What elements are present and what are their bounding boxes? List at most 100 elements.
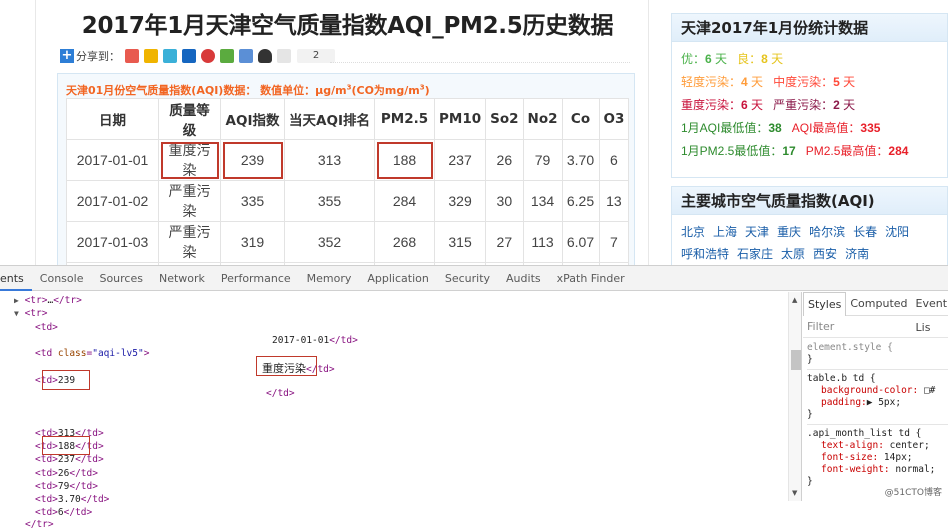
devtools-tab[interactable]: Memory (299, 266, 360, 291)
city-link[interactable]: 济南 (845, 247, 869, 261)
heavy-label: 重度污染： (681, 98, 742, 112)
devtools-tab[interactable]: Console (32, 266, 92, 291)
city-link[interactable]: 重庆 (777, 225, 801, 239)
caption-co: (CO为mg/m (351, 84, 420, 97)
tag: <td> (35, 507, 58, 519)
cell-level: 严重污染 (158, 221, 221, 263)
dom-line-td-close[interactable]: </td> (266, 388, 295, 399)
elements-scrollbar[interactable]: ▲ ▼ (788, 292, 802, 501)
text-node: 26 (57, 467, 70, 479)
dom-line-tr-close[interactable]: </tr> (25, 519, 54, 530)
aqi-min-value: 38 (768, 121, 782, 135)
devtools-tab[interactable]: xPath Finder (549, 266, 633, 291)
scroll-up-icon[interactable]: ▲ (792, 296, 797, 304)
good-unit: 天 (711, 52, 728, 66)
stat-row-pm-minmax: 1月PM2.5最低值：17 PM2.5最高值：284 (672, 140, 947, 163)
dom-line-td-date[interactable]: <td> (35, 322, 58, 333)
dom-line-td[interactable]: <td>237</td> (35, 454, 104, 465)
city-link[interactable]: 石家庄 (737, 247, 773, 261)
styles-tab[interactable]: Styles (803, 291, 847, 316)
devtools-tab[interactable]: Audits (498, 266, 549, 291)
page-border (35, 0, 36, 265)
expand-triangle-icon[interactable]: ▶ (14, 296, 19, 305)
city-link[interactable]: 长春 (853, 225, 877, 239)
tag: </td> (266, 388, 295, 399)
dom-line-td-level[interactable]: <td class="aqi-lv5"> (35, 348, 149, 359)
cell-no2: 79 (522, 139, 563, 181)
renren-icon[interactable] (182, 49, 196, 63)
dom-line-td[interactable]: <td>6</td> (35, 507, 92, 518)
content-divider (648, 0, 649, 265)
tag: </td> (329, 335, 358, 346)
aqi-min-label: 1月AQI最低值： (681, 121, 769, 135)
css-brace: } (807, 354, 813, 365)
table-caption: 天津01月份空气质量指数(AQI)数据： 数值单位：μg/m3(CO为mg/m3… (66, 82, 430, 98)
pm-max-label: PM2.5最高值： (805, 144, 889, 158)
devtools-tab[interactable]: Performance (213, 266, 299, 291)
cell-co: 3.70 (561, 139, 600, 181)
devtools-tab[interactable]: Security (437, 266, 498, 291)
share-plus-icon[interactable]: + (60, 49, 74, 63)
copy-icon[interactable] (277, 49, 291, 63)
city-link[interactable]: 呼和浩特 (681, 247, 729, 261)
douban-icon[interactable] (220, 49, 234, 63)
cell-aqi: 319 (220, 221, 285, 263)
city-link[interactable]: 哈尔滨 (809, 225, 845, 239)
collapse-triangle-icon[interactable]: ▼ (14, 309, 19, 318)
cities-title: 主要城市空气质量指数(AQI) (672, 187, 947, 215)
fair-unit: 天 (767, 52, 784, 66)
dom-line-date-text[interactable]: 2017-01-01</td> (272, 335, 358, 346)
kaixin-icon[interactable] (201, 49, 215, 63)
tqq-icon[interactable] (163, 49, 177, 63)
css-prop: font-weight: (821, 464, 890, 475)
css-value: □# (918, 385, 936, 396)
cell-pm10: 237 (433, 139, 487, 181)
cell-co: 6.07 (561, 221, 600, 263)
aqi-max-value: 335 (860, 121, 881, 135)
qq-icon[interactable] (258, 49, 272, 63)
severe-unit: 天 (839, 98, 856, 112)
city-link[interactable]: 沈阳 (885, 225, 909, 239)
dom-line-td[interactable]: <td>26</td> (35, 468, 98, 479)
styles-tab[interactable]: Event Lis (912, 292, 948, 334)
cell-level: 重度污染 (158, 139, 221, 181)
dom-line-collapsed-tr[interactable]: ▶ <tr>…</tr> (14, 295, 82, 306)
scrollbar-thumb[interactable] (791, 350, 801, 370)
city-row-2: 呼和浩特 石家庄 太原 西安 济南 (672, 243, 947, 265)
city-link[interactable]: 上海 (713, 225, 737, 239)
city-link[interactable]: 天津 (745, 225, 769, 239)
city-link[interactable]: 太原 (781, 247, 805, 261)
css-declaration[interactable]: background-color: □# (807, 385, 948, 397)
header-level: 质量等级 (158, 98, 221, 140)
cell-date: 2017-01-03 (66, 221, 159, 263)
tieba-icon[interactable] (239, 49, 253, 63)
css-declaration[interactable]: text-align: center; (807, 440, 948, 452)
scroll-down-icon[interactable]: ▼ (792, 489, 797, 497)
dom-line-tr[interactable]: ▼ <tr> (14, 308, 47, 319)
weibo-icon[interactable] (125, 49, 139, 63)
css-declaration[interactable]: font-weight: normal; (807, 464, 948, 476)
css-declaration[interactable]: padding:▶ 5px; (807, 397, 948, 409)
devtools-tab[interactable]: Network (151, 266, 213, 291)
dom-line-td[interactable]: <td>79</td> (35, 481, 98, 492)
table-row: 2017-01-01 重度污染 239 313 188 237 26 79 3.70 6 (66, 139, 630, 181)
cell-co: 6.25 (561, 180, 600, 222)
devtools-tab[interactable]: Application (359, 266, 436, 291)
qzone-icon[interactable] (144, 49, 158, 63)
devtools-tab[interactable]: Sources (91, 266, 151, 291)
highlight-box (42, 436, 90, 455)
city-link[interactable]: 北京 (681, 225, 705, 239)
devtools-tab[interactable]: ents (0, 266, 32, 291)
styles-tab[interactable]: Computed (846, 292, 911, 316)
header-aqi: AQI指数 (220, 98, 285, 140)
city-link[interactable]: 西安 (813, 247, 837, 261)
watermark: @51CTO博客 (884, 488, 942, 498)
css-declaration[interactable]: font-size: 14px; (807, 452, 948, 464)
light-value: 4 (741, 75, 748, 89)
share-label: 分享到： (76, 50, 120, 63)
header-co: Co (561, 98, 600, 140)
header-so2: So2 (485, 98, 524, 140)
tag: <td> (35, 322, 58, 333)
header-o3: O3 (598, 98, 630, 140)
tag: <tr> (24, 295, 48, 306)
